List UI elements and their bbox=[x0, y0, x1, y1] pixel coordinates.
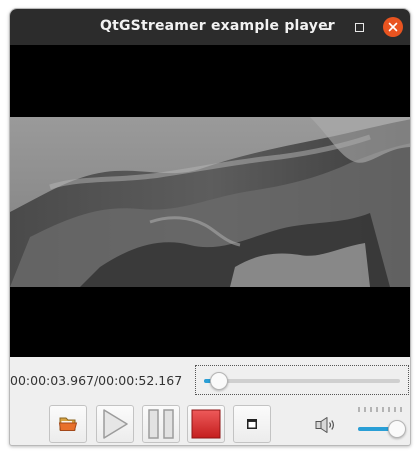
minimize-button[interactable] bbox=[314, 17, 334, 37]
maximize-icon bbox=[354, 22, 364, 32]
volume-ticks bbox=[358, 407, 402, 412]
player-window: QtGStreamer example player 00:00:03.967/… bbox=[9, 8, 411, 446]
pause-button[interactable] bbox=[142, 405, 180, 443]
volume-track[interactable] bbox=[358, 420, 406, 438]
volume-handle[interactable] bbox=[387, 420, 406, 438]
play-icon bbox=[103, 409, 128, 439]
minimize-icon bbox=[319, 28, 329, 30]
seek-handle[interactable] bbox=[209, 372, 228, 390]
title-bar[interactable]: QtGStreamer example player bbox=[10, 9, 410, 45]
position-row: 00:00:03.967/00:00:52.167 bbox=[10, 364, 410, 396]
play-button[interactable] bbox=[96, 405, 134, 443]
timecode-label: 00:00:03.967/00:00:52.167 bbox=[10, 373, 183, 388]
speaker-icon bbox=[315, 416, 337, 438]
video-frame bbox=[10, 117, 410, 287]
fullscreen-button[interactable] bbox=[233, 405, 271, 443]
volume-slider[interactable] bbox=[356, 407, 406, 441]
pause-icon bbox=[148, 409, 174, 439]
open-file-button[interactable] bbox=[49, 405, 87, 443]
fullscreen-icon bbox=[247, 419, 257, 429]
window-title: QtGStreamer example player bbox=[100, 18, 335, 34]
folder-open-icon bbox=[58, 417, 78, 431]
seek-slider[interactable] bbox=[195, 365, 409, 395]
transport-toolbar bbox=[10, 403, 410, 445]
maximize-button[interactable] bbox=[349, 17, 369, 37]
video-area[interactable] bbox=[10, 45, 410, 357]
stop-button[interactable] bbox=[187, 405, 225, 443]
close-button[interactable] bbox=[383, 17, 403, 37]
stop-icon bbox=[191, 409, 221, 439]
seek-track[interactable] bbox=[204, 372, 400, 390]
video-frame-image bbox=[10, 117, 410, 287]
close-icon bbox=[388, 22, 398, 32]
